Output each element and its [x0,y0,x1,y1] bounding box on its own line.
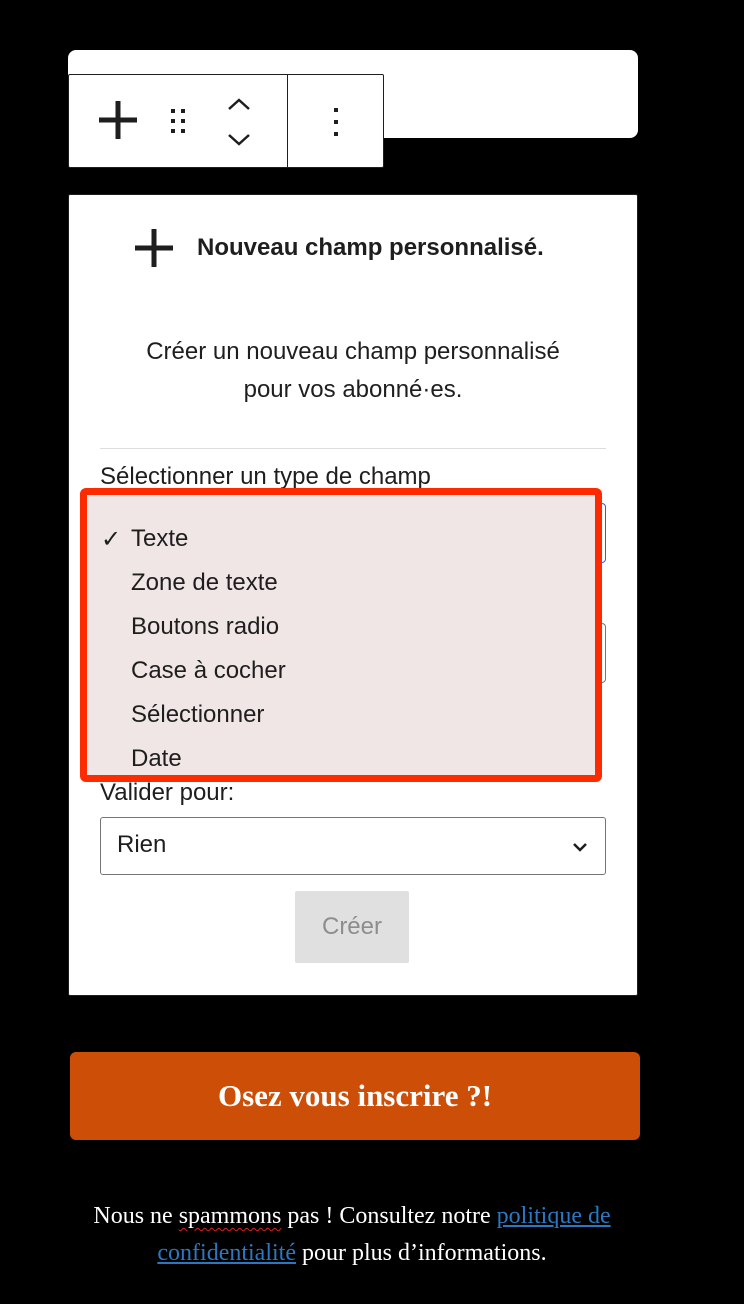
toolbar-right-group [288,75,383,167]
validate-select[interactable]: Rien [100,817,606,875]
option-selectionner[interactable]: Sélectionner [131,701,264,729]
selected-check-icon: ✓ [101,526,122,553]
toolbar-left-group [69,75,288,167]
validate-label: Valider pour: [100,779,235,806]
option-zone-de-texte[interactable]: Zone de texte [131,569,278,597]
footer-text-2: pas ! Consultez notre [281,1203,497,1229]
create-button[interactable]: Créer [295,891,409,963]
footer-spelling-word: spammons [178,1203,282,1229]
chevron-up-down-icon [228,98,250,146]
divider [100,448,606,449]
footer-text-1: Nous ne [93,1203,179,1229]
plus-icon [99,101,137,139]
field-type-dropdown: ✓ Texte Zone de texte Boutons radio Case… [80,488,602,782]
footer-text-3: pour plus d’informations. [295,1240,547,1266]
drag-handle-button[interactable] [163,103,193,139]
panel-title: Nouveau champ personnalisé. [197,234,544,261]
drag-handle-icon [171,109,185,133]
privacy-link-line-2[interactable]: confidentialité [157,1240,296,1266]
block-toolbar [68,74,384,168]
field-type-label: Sélectionner un type de champ [100,463,431,490]
subscribe-button[interactable]: Osez vous inscrire ?! [70,1052,640,1140]
option-date[interactable]: Date [131,745,182,773]
privacy-link-line-1[interactable]: politique de [497,1203,611,1229]
panel-header: Nouveau champ personnalisé. [133,227,544,269]
move-block-buttons[interactable] [221,93,257,151]
privacy-notice: Nous ne spammons pas ! Consultez notre p… [0,1198,704,1272]
panel-description: Créer un nouveau champ personnalisé pour… [69,333,637,409]
description-line-1: Créer un nouveau champ personnalisé [146,338,560,365]
option-boutons-radio[interactable]: Boutons radio [131,613,279,641]
option-case-a-cocher[interactable]: Case à cocher [131,657,286,685]
chevron-down-icon [573,843,587,852]
more-options-button[interactable] [318,99,354,145]
plus-icon [135,229,173,267]
option-texte[interactable]: Texte [131,525,188,553]
add-block-button[interactable] [93,95,143,145]
description-line-2: pour vos abonné·es. [243,376,463,403]
more-vertical-icon [334,108,338,136]
validate-value: Rien [117,831,167,858]
